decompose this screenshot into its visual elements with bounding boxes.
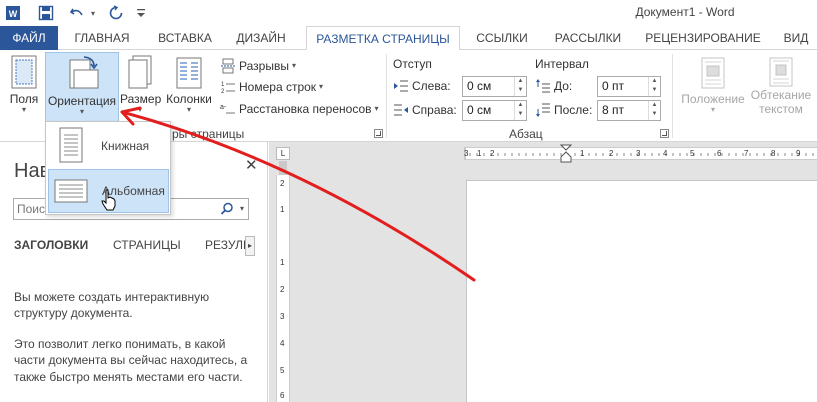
annotation-arrow-icon — [120, 106, 476, 282]
